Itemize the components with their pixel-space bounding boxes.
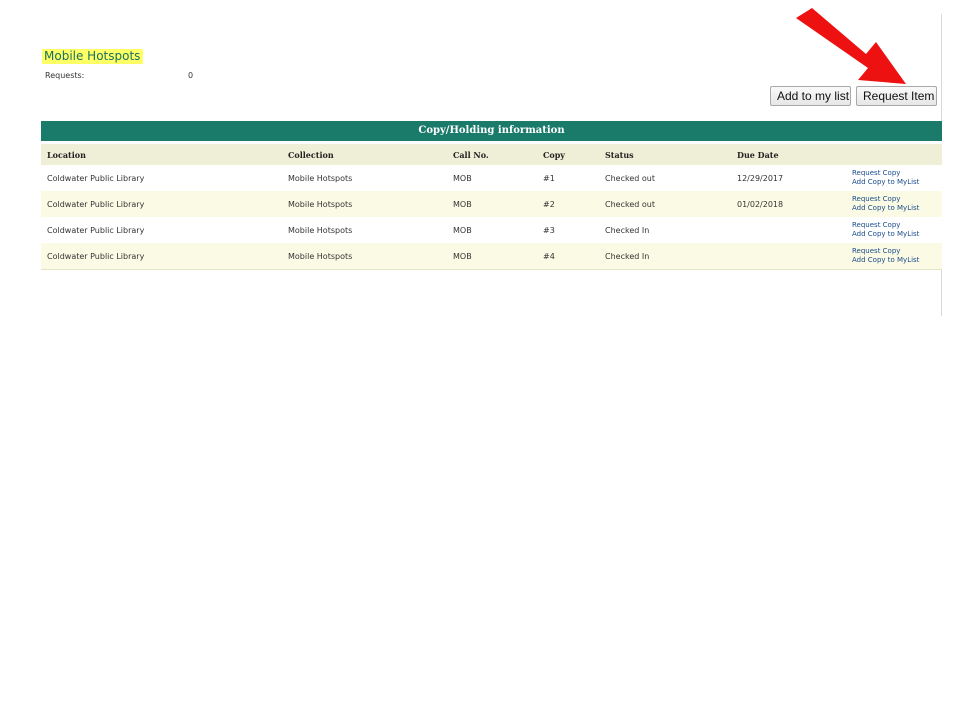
cell-copy: #1 bbox=[543, 173, 555, 183]
cell-location: Coldwater Public Library bbox=[47, 173, 145, 183]
requests-count: 0 bbox=[188, 71, 194, 80]
column-header-location: Location bbox=[41, 141, 282, 165]
add-copy-to-mylist-link[interactable]: Add Copy to MyList bbox=[852, 204, 942, 213]
cell-status: Checked In bbox=[605, 225, 650, 235]
column-header-copy: Copy bbox=[537, 141, 599, 165]
cell-location: Coldwater Public Library bbox=[47, 225, 145, 235]
holdings-caption: Copy/Holding information bbox=[41, 121, 942, 141]
request-copy-link[interactable]: Request Copy bbox=[852, 169, 942, 178]
column-header-collection: Collection bbox=[282, 141, 447, 165]
item-title: Mobile Hotspots bbox=[42, 49, 144, 64]
column-header-actions bbox=[846, 141, 942, 165]
cell-call-no: MOB bbox=[447, 243, 537, 270]
cell-status: Checked out bbox=[605, 199, 655, 209]
request-copy-link[interactable]: Request Copy bbox=[852, 247, 942, 256]
column-header-call-no: Call No. bbox=[447, 141, 537, 165]
column-header-due-date: Due Date bbox=[731, 141, 846, 165]
holdings-table: Copy/Holding information Location Collec… bbox=[41, 121, 942, 270]
cell-location: Coldwater Public Library bbox=[47, 199, 145, 209]
request-copy-link[interactable]: Request Copy bbox=[852, 221, 942, 230]
add-to-my-list-button[interactable]: Add to my list bbox=[770, 86, 851, 106]
cell-actions: Request Copy Add Copy to MyList bbox=[846, 191, 942, 217]
cell-actions: Request Copy Add Copy to MyList bbox=[846, 165, 942, 191]
table-row: Coldwater Public Library Mobile Hotspots… bbox=[41, 243, 942, 270]
requests-label: Requests: bbox=[45, 71, 85, 80]
cell-due-date: 01/02/2018 bbox=[737, 199, 784, 209]
cell-actions: Request Copy Add Copy to MyList bbox=[846, 217, 942, 243]
add-copy-to-mylist-link[interactable]: Add Copy to MyList bbox=[852, 230, 942, 239]
cell-call-no: MOB bbox=[453, 173, 472, 183]
cell-location: Coldwater Public Library bbox=[41, 243, 282, 270]
add-copy-to-mylist-link[interactable]: Add Copy to MyList bbox=[852, 178, 942, 187]
table-row: Coldwater Public Library Mobile Hotspots… bbox=[41, 165, 942, 191]
cell-collection: Mobile Hotspots bbox=[288, 225, 353, 235]
red-arrow-shape bbox=[796, 8, 906, 84]
cell-call-no: MOB bbox=[453, 199, 472, 209]
cell-collection: Mobile Hotspots bbox=[288, 173, 353, 183]
cell-status: Checked out bbox=[605, 173, 655, 183]
request-item-button[interactable]: Request Item bbox=[856, 86, 937, 106]
add-copy-to-mylist-link[interactable]: Add Copy to MyList bbox=[852, 256, 942, 265]
cell-copy: #4 bbox=[537, 243, 599, 270]
column-header-row: Location Collection Call No. Copy Status… bbox=[41, 141, 942, 165]
cell-copy: #2 bbox=[543, 199, 555, 209]
cell-collection: Mobile Hotspots bbox=[282, 243, 447, 270]
cell-actions: Request Copy Add Copy to MyList bbox=[846, 243, 942, 270]
cell-call-no: MOB bbox=[453, 225, 472, 235]
request-copy-link[interactable]: Request Copy bbox=[852, 195, 942, 204]
cell-due-date bbox=[731, 217, 846, 243]
column-header-status: Status bbox=[599, 141, 731, 165]
cell-status: Checked In bbox=[599, 243, 731, 270]
cell-due-date bbox=[731, 243, 846, 270]
table-row: Coldwater Public Library Mobile Hotspots… bbox=[41, 191, 942, 217]
cell-copy: #3 bbox=[543, 225, 555, 235]
table-row: Coldwater Public Library Mobile Hotspots… bbox=[41, 217, 942, 243]
cell-due-date: 12/29/2017 bbox=[737, 173, 784, 183]
red-arrow-annotation bbox=[796, 8, 906, 84]
cell-collection: Mobile Hotspots bbox=[288, 199, 353, 209]
